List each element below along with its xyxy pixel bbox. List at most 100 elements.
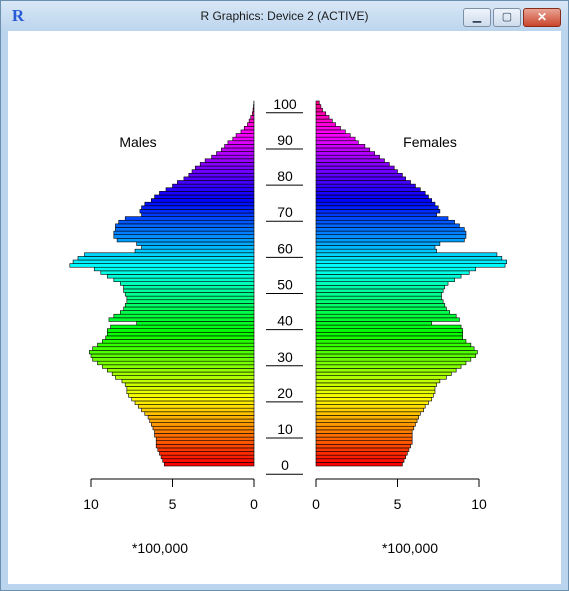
male-bar-age-25 (111, 371, 255, 376)
female-bar-age-81 (315, 169, 398, 174)
minimize-icon: ▁ (472, 11, 482, 23)
age-tick-label: 100 (273, 96, 297, 112)
male-bar-age-13 (147, 415, 255, 420)
male-bar-age-0 (164, 462, 255, 467)
female-bar-age-80 (315, 172, 403, 178)
female-bar-age-23 (315, 378, 441, 384)
male-bar-age-56 (72, 259, 255, 264)
male-bar-age-49 (123, 285, 255, 290)
age-tick-label: 10 (277, 421, 293, 437)
female-bar-age-9 (315, 429, 413, 434)
population-pyramid-chart: 0102030405060708090100 10 5 0 0 5 10 Males F… (69, 96, 508, 556)
females-bars (315, 100, 508, 467)
male-bar-age-35 (105, 335, 255, 340)
male-bar-age-53 (100, 270, 255, 275)
males-label: Males (119, 134, 156, 150)
female-bar-age-75 (315, 191, 426, 196)
female-bar-age-99 (315, 104, 322, 109)
female-bar-age-25 (315, 371, 452, 376)
x-tick-label: 5 (169, 496, 177, 512)
age-tick-label: 40 (277, 313, 293, 329)
female-bar-age-53 (315, 270, 470, 275)
female-bar-age-8 (315, 433, 413, 438)
female-bar-age-69 (315, 212, 437, 217)
female-bar-age-37 (315, 328, 463, 333)
male-bar-age-79 (183, 176, 255, 181)
female-bar-age-86 (315, 151, 375, 156)
maximize-icon: ▢ (501, 11, 513, 23)
male-bar-age-22 (124, 382, 255, 387)
female-bar-age-56 (315, 259, 508, 264)
male-bar-age-46 (126, 295, 255, 301)
female-bar-age-54 (315, 266, 477, 272)
male-bar-age-93 (243, 126, 255, 131)
female-bar-age-22 (315, 382, 437, 387)
female-bar-age-7 (315, 436, 413, 441)
male-bar-age-89 (227, 140, 255, 145)
x-tick-label: 10 (471, 496, 487, 512)
female-bar-age-82 (315, 165, 395, 170)
female-bar-age-83 (315, 162, 390, 167)
female-bar-age-61 (315, 241, 441, 246)
male-bar-age-95 (248, 118, 255, 123)
r-graphics-window: R R Graphics: Device 2 (ACTIVE) ▁ ▢ ✕ 0 1… (0, 0, 569, 591)
male-bar-age-8 (154, 433, 255, 438)
male-bar-age-20 (126, 389, 255, 395)
female-bar-age-57 (315, 256, 503, 261)
male-bar-age-82 (195, 165, 255, 170)
x-tick-label: 5 (394, 496, 402, 512)
male-bar-age-75 (159, 191, 255, 196)
x-tick-label: 10 (83, 496, 99, 512)
female-bar-age-4 (315, 447, 410, 452)
male-bar-age-38 (110, 324, 255, 329)
male-bar-age-34 (102, 339, 255, 344)
female-bar-age-49 (315, 285, 446, 290)
female-bar-age-31 (315, 350, 478, 355)
male-bar-age-88 (224, 144, 255, 149)
male-bar-age-44 (124, 303, 255, 308)
male-bar-age-61 (136, 241, 255, 246)
female-bar-age-33 (315, 342, 472, 348)
male-bar-age-39 (136, 321, 255, 326)
male-bar-age-7 (155, 436, 255, 441)
male-bar-age-83 (199, 162, 255, 167)
female-bar-age-1 (315, 458, 405, 463)
male-bar-age-74 (154, 194, 255, 199)
male-bar-age-66 (115, 223, 255, 228)
female-bar-age-100 (315, 100, 320, 105)
close-button[interactable]: ✕ (523, 8, 561, 27)
female-bar-age-19 (315, 393, 434, 398)
male-bar-age-72 (144, 201, 255, 207)
female-bar-age-60 (315, 245, 436, 250)
maximize-button[interactable]: ▢ (493, 8, 521, 27)
male-bar-age-47 (124, 292, 255, 297)
male-bar-age-67 (118, 219, 255, 225)
female-bar-age-71 (315, 205, 439, 210)
minimize-button[interactable]: ▁ (463, 8, 491, 27)
age-tick-label: 30 (277, 349, 293, 365)
male-bar-age-42 (120, 310, 255, 315)
male-bar-age-92 (240, 129, 255, 134)
male-bar-age-40 (108, 317, 255, 322)
title-bar[interactable]: R R Graphics: Device 2 (ACTIVE) ▁ ▢ ✕ (1, 1, 568, 31)
female-bar-age-77 (315, 183, 416, 189)
female-bar-age-15 (315, 407, 424, 413)
female-bar-age-67 (315, 219, 455, 225)
female-bar-age-38 (315, 324, 462, 329)
males-unit-label: *100,000 (132, 540, 188, 556)
female-bar-age-43 (315, 306, 447, 311)
male-bar-age-80 (188, 172, 255, 178)
male-bar-age-43 (123, 306, 255, 311)
female-bar-age-62 (315, 238, 465, 243)
female-bar-age-93 (315, 126, 341, 131)
female-bar-age-51 (315, 277, 455, 282)
x-tick-label: 0 (250, 496, 258, 512)
female-bar-age-27 (315, 364, 462, 369)
female-bar-age-11 (315, 422, 416, 427)
male-bar-age-31 (89, 350, 255, 355)
male-bar-age-91 (235, 133, 255, 138)
age-tick-label: 80 (277, 168, 293, 184)
male-bar-age-90 (232, 136, 255, 142)
male-bar-age-96 (250, 115, 255, 120)
male-bar-age-73 (151, 198, 255, 203)
